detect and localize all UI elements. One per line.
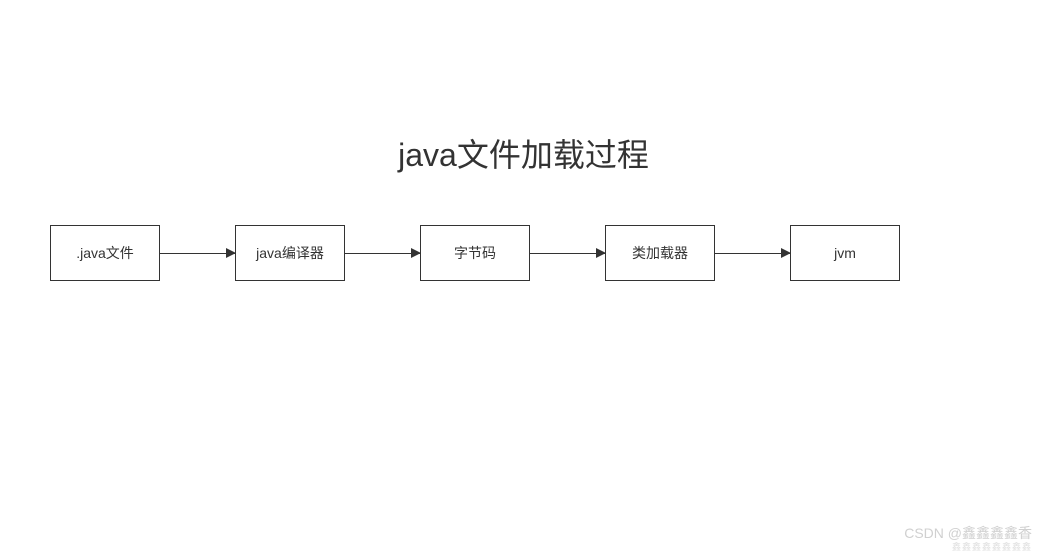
arrow-icon: [530, 253, 605, 254]
box-java-compiler: java编译器: [235, 225, 345, 281]
box-bytecode: 字节码: [420, 225, 530, 281]
box-jvm: jvm: [790, 225, 900, 281]
box-java-file: .java文件: [50, 225, 160, 281]
arrow-icon: [715, 253, 790, 254]
arrow-icon: [160, 253, 235, 254]
diagram-title: java文件加载过程: [398, 130, 649, 176]
flow-container: .java文件 java编译器 字节码 类加载器 jvm: [50, 225, 900, 281]
watermark-sub-text: 鑫鑫鑫鑫鑫鑫鑫鑫: [952, 540, 1032, 553]
box-class-loader: 类加载器: [605, 225, 715, 281]
arrow-icon: [345, 253, 420, 254]
